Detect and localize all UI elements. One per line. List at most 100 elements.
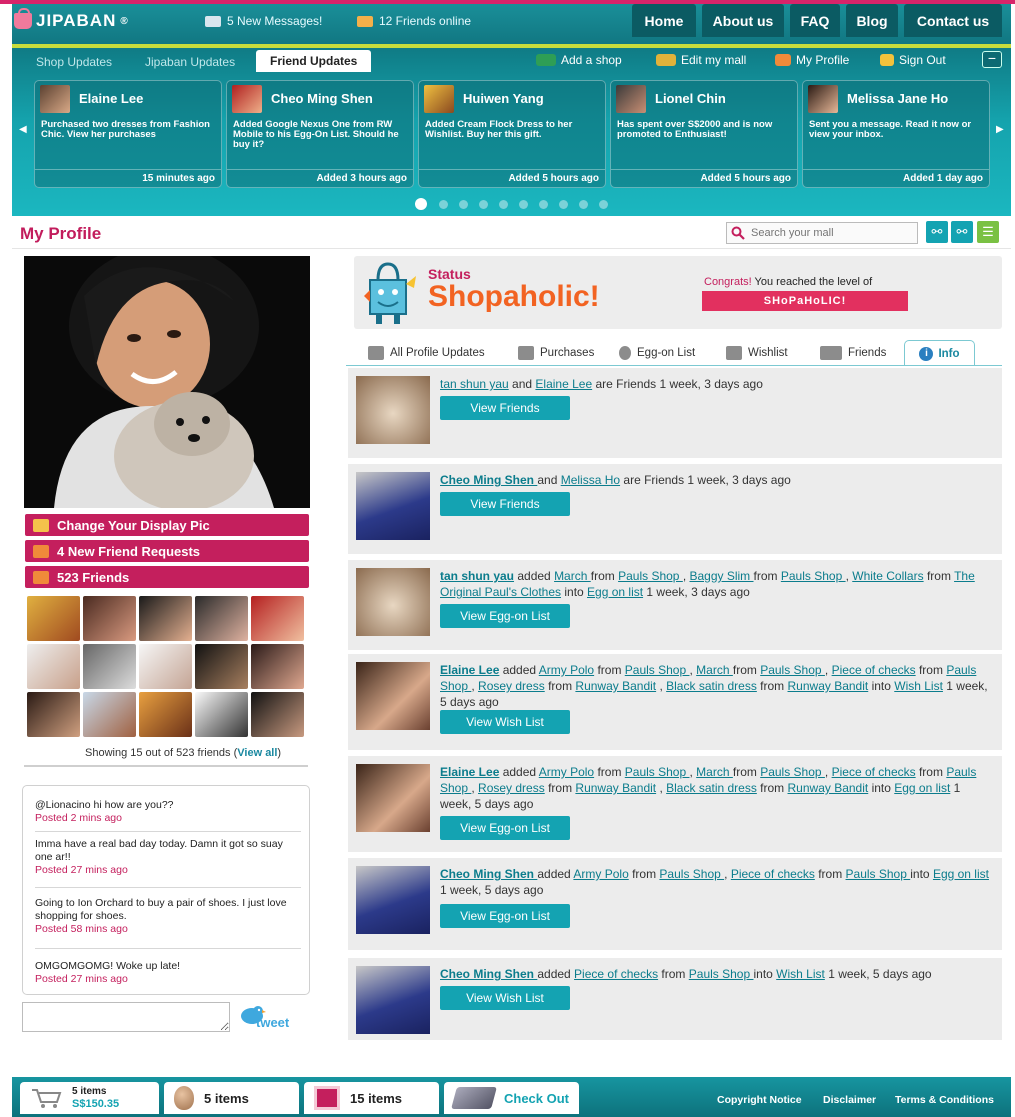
feed-user-link[interactable]: Elaine Lee (440, 663, 499, 677)
nav-blog[interactable]: Blog (846, 4, 898, 37)
feed-avatar[interactable] (356, 966, 430, 1034)
feed-link[interactable]: Pauls Shop (625, 663, 690, 677)
feed-link[interactable]: Army Polo (539, 765, 594, 779)
feed-user-link[interactable]: Cheo Ming Shen (440, 473, 537, 487)
feed-view-button[interactable]: View Egg-on List (440, 816, 570, 840)
friend-thumbnail[interactable] (139, 644, 192, 689)
cart-tab[interactable]: 5 items S$150.35 (20, 1082, 159, 1114)
feed-user-link[interactable]: Cheo Ming Shen (440, 967, 537, 981)
feed-avatar[interactable] (356, 764, 430, 832)
disclaimer-link[interactable]: Disclaimer (823, 1094, 876, 1106)
feed-view-button[interactable]: View Friends (440, 492, 570, 516)
friend-thumbnail[interactable] (139, 596, 192, 641)
feed-link[interactable]: tan shun yau (440, 377, 509, 391)
tab-friend-updates[interactable]: Friend Updates (256, 50, 372, 72)
feed-link[interactable]: Army Polo (573, 867, 628, 881)
feed-avatar[interactable] (356, 568, 430, 636)
feed-link[interactable]: Piece of checks (832, 663, 916, 677)
carousel-dot[interactable] (459, 200, 468, 209)
change-display-pic-button[interactable]: Change Your Display Pic (25, 514, 309, 536)
feed-link[interactable]: Pauls Shop (689, 967, 754, 981)
carousel-dot[interactable] (519, 200, 528, 209)
feed-avatar[interactable] (356, 866, 430, 934)
feed-link[interactable]: Elaine Lee (535, 377, 592, 391)
friend-thumbnail[interactable] (83, 644, 136, 689)
feed-link[interactable]: Pauls Shop (760, 663, 825, 677)
feed-link[interactable]: Black satin dress (666, 781, 757, 795)
friend-requests-button[interactable]: 4 New Friend Requests (25, 540, 309, 562)
feed-view-button[interactable]: View Friends (440, 396, 570, 420)
feed-link[interactable]: Piece of checks (731, 867, 815, 881)
carousel-dot-active[interactable] (415, 198, 427, 210)
tweet-input[interactable] (22, 1002, 230, 1032)
feed-avatar[interactable] (356, 662, 430, 730)
carousel-dot[interactable] (579, 200, 588, 209)
friend-thumbnail[interactable] (27, 692, 80, 737)
feed-link[interactable]: White Collars (852, 569, 923, 583)
sign-out-link[interactable]: Sign Out (880, 52, 946, 68)
feed-link[interactable]: Pauls Shop (760, 765, 825, 779)
friend-thumbnail[interactable] (195, 692, 248, 737)
search-input[interactable] (751, 227, 911, 239)
feed-link[interactable]: Piece of checks (832, 765, 916, 779)
friend-update-card[interactable]: Melissa Jane Ho Sent you a message. Read… (802, 80, 990, 188)
tab-info[interactable]: i Info (904, 340, 975, 366)
carousel-dot[interactable] (599, 200, 608, 209)
carousel-dot[interactable] (439, 200, 448, 209)
search-box[interactable] (726, 222, 918, 244)
egg-on-tab[interactable]: 5 items (164, 1082, 299, 1114)
friends-count-button[interactable]: 523 Friends (25, 566, 309, 588)
feed-link[interactable]: Runway Bandit (575, 679, 656, 693)
friend-thumbnail[interactable] (195, 596, 248, 641)
feed-link[interactable]: Runway Bandit (788, 781, 869, 795)
tab-egg-on-list[interactable]: Egg-on List (619, 345, 695, 361)
share-icon[interactable]: ⚯ (926, 221, 948, 243)
minimize-panel-button[interactable]: − (982, 51, 1002, 68)
feed-link[interactable]: Pauls Shop (846, 867, 911, 881)
feed-link[interactable]: Wish List (894, 679, 943, 693)
edit-my-mall-link[interactable]: Edit my mall (656, 52, 746, 68)
feed-link[interactable]: Pauls Shop (781, 569, 846, 583)
wishlist-tab[interactable]: 15 items (304, 1082, 439, 1114)
view-all-friends-link[interactable]: View all (237, 747, 277, 759)
jipaban-logo[interactable]: JIPABAN ® (14, 8, 129, 31)
friend-thumbnail[interactable] (251, 596, 304, 641)
terms-conditions-link[interactable]: Terms & Conditions (895, 1094, 994, 1106)
feed-link[interactable]: Pauls Shop (625, 765, 690, 779)
friend-thumbnail[interactable] (251, 644, 304, 689)
friend-thumbnail[interactable] (195, 644, 248, 689)
friend-update-card[interactable]: Lionel Chin Has spent over S$2000 and is… (610, 80, 798, 188)
feed-link[interactable]: Pauls Shop (618, 569, 683, 583)
feed-link[interactable]: Melissa Ho (561, 473, 620, 487)
feed-user-link[interactable]: Cheo Ming Shen (440, 867, 537, 881)
feed-link[interactable]: Egg on list (933, 867, 989, 881)
feed-user-link[interactable]: Elaine Lee (440, 765, 499, 779)
feed-link[interactable]: March (554, 569, 591, 583)
feed-link[interactable]: Runway Bandit (575, 781, 656, 795)
feed-view-button[interactable]: View Egg-on List (440, 904, 570, 928)
friends-online-link[interactable]: 12 Friends online (357, 14, 471, 28)
friend-thumbnail[interactable] (27, 644, 80, 689)
copyright-notice-link[interactable]: Copyright Notice (717, 1094, 802, 1106)
carousel-dot[interactable] (539, 200, 548, 209)
friend-update-card[interactable]: Cheo Ming Shen Added Google Nexus One fr… (226, 80, 414, 188)
carousel-prev-arrow[interactable]: ◀ (19, 124, 27, 135)
tab-purchases[interactable]: Purchases (518, 345, 594, 361)
feed-link[interactable]: Rosey dress (478, 679, 545, 693)
friend-update-card[interactable]: Elaine Lee Purchased two dresses from Fa… (34, 80, 222, 188)
feed-link[interactable]: Runway Bandit (788, 679, 869, 693)
feed-avatar[interactable] (356, 472, 430, 540)
tab-wishlist[interactable]: Wishlist (726, 345, 788, 361)
feed-link[interactable]: Baggy Slim (689, 569, 753, 583)
feed-link[interactable]: Wish List (776, 967, 825, 981)
friend-thumbnail[interactable] (251, 692, 304, 737)
friend-thumbnail[interactable] (83, 596, 136, 641)
carousel-dot[interactable] (499, 200, 508, 209)
feed-link[interactable]: Egg on list (587, 585, 643, 599)
feed-view-button[interactable]: View Egg-on List (440, 604, 570, 628)
link-icon[interactable]: ⚯ (951, 221, 973, 243)
my-profile-link[interactable]: My Profile (775, 52, 849, 68)
friend-update-card[interactable]: Huiwen Yang Added Cream Flock Dress to h… (418, 80, 606, 188)
nav-about-us[interactable]: About us (702, 4, 784, 37)
feed-link[interactable]: Pauls Shop (659, 867, 724, 881)
